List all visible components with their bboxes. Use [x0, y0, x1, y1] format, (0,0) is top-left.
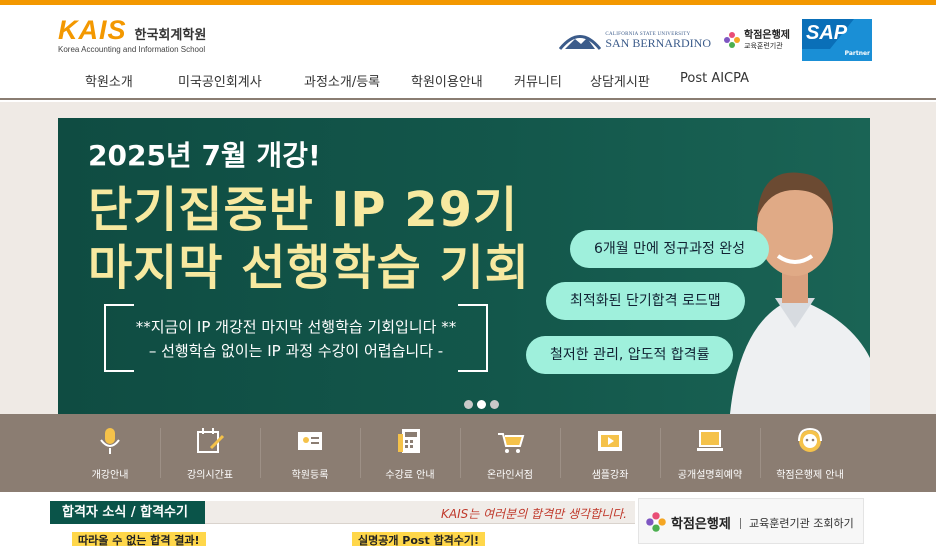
- quick-label-bookstore: 온라인서점: [487, 470, 533, 481]
- flower-icon: [724, 32, 740, 48]
- calculator-icon: [398, 429, 420, 453]
- news-slogan: KAIS는 여러분의 합격만 생각합니다.: [440, 507, 627, 521]
- video-icon: [598, 431, 622, 451]
- nav-guide[interactable]: 학원이용안내: [411, 71, 483, 90]
- cart-icon: [498, 433, 525, 453]
- news-header-bar: KAIS는 여러분의 합격만 생각합니다.: [205, 501, 635, 524]
- quick-label-timetable: 강의시간표: [187, 470, 233, 481]
- microphone-icon: [100, 428, 120, 454]
- calendar-icon: [197, 428, 225, 453]
- quick-bookstore[interactable]: 온라인서점: [460, 414, 560, 492]
- bracket-right: [458, 304, 488, 372]
- sap-partner-text: Partner: [844, 50, 870, 57]
- quick-label-tuition: 수강료 안내: [385, 470, 435, 481]
- instructor-photo: [730, 172, 870, 414]
- main-nav: 학원소개 미국공인회계사 과정소개/등록 학원이용안내 커뮤니티 상담게시판 P…: [0, 60, 936, 100]
- slide-dot-3[interactable]: [490, 400, 499, 409]
- slide-indicator: [464, 400, 499, 409]
- banner-feature-pill-2: 최적화된 단기합격 로드맵: [546, 282, 745, 320]
- quick-open-course[interactable]: 개강안내: [60, 414, 160, 492]
- nav-consult[interactable]: 상담게시판: [590, 71, 650, 90]
- quick-timetable[interactable]: 강의시간표: [160, 414, 260, 492]
- nav-courses[interactable]: 과정소개/등록: [304, 71, 380, 90]
- site-header: KAIS 한국회계학원 Korea Accounting and Informa…: [0, 5, 936, 61]
- nav-post-aicpa[interactable]: Post AICPA: [680, 71, 749, 86]
- news-tag-reviews[interactable]: 실명공개 Post 합격수기!: [352, 532, 486, 547]
- banner-feature-pill-3: 철저한 관리, 압도적 합격률: [526, 336, 734, 374]
- sap-partner-logo[interactable]: SAP Partner: [802, 19, 872, 61]
- quick-label-open-course: 개강안내: [91, 470, 129, 481]
- banner-notice-1: **지금이 IP 개강전 마지막 선행학습 기회입니다 **: [135, 318, 457, 336]
- partner-logos: CALIFORNIA STATE UNIVERSITY SAN BERNARDI…: [559, 19, 872, 61]
- quick-label-register: 학원등록: [291, 470, 329, 481]
- quick-tuition[interactable]: 수강료 안내: [360, 414, 460, 492]
- sap-wordmark: SAP: [806, 22, 848, 44]
- support-icon: [798, 427, 822, 452]
- slide-dot-2[interactable]: [477, 400, 486, 409]
- csusb-logo[interactable]: CALIFORNIA STATE UNIVERSITY SAN BERNARDI…: [559, 30, 711, 50]
- quick-label-credit-bank: 학점은행제 안내: [776, 470, 844, 481]
- credit-bank-lookup-sub: 교육훈련기관 조회하기: [749, 517, 854, 530]
- credit-bank-lookup[interactable]: 학점은행제 교육훈련기관 조회하기: [638, 498, 864, 544]
- nav-community[interactable]: 커뮤니티: [514, 71, 562, 90]
- quick-register[interactable]: 학원등록: [260, 414, 360, 492]
- credit-bank-lookup-title: 학점은행제: [671, 517, 731, 532]
- csusb-big-text: SAN BERNARDINO: [605, 35, 711, 50]
- news-tab[interactable]: 합격자 소식 / 합격수기: [50, 501, 205, 524]
- divider: [740, 518, 741, 529]
- banner-headline-date: 2025년 7월 개강!: [88, 139, 321, 172]
- quick-credit-bank[interactable]: 학점은행제 안내: [760, 414, 860, 492]
- banner-feature-pill-1: 6개월 만에 정규과정 완성: [570, 230, 770, 268]
- promo-banner[interactable]: 2025년 7월 개강! 단기집중반 IP 29기 마지막 선행학습 기회 **…: [58, 118, 870, 414]
- credit-bank-sub: 교육훈련기관: [744, 41, 783, 50]
- quick-label-sample-lecture: 샘플강좌: [591, 470, 629, 481]
- quick-sample-lecture[interactable]: 샘플강좌: [560, 414, 660, 492]
- news-tag-results[interactable]: 따라올 수 없는 합격 결과!: [72, 532, 206, 547]
- logo-wordmark: KAIS: [58, 15, 127, 45]
- nav-about[interactable]: 학원소개: [85, 71, 133, 90]
- logo-korean-name: 한국회계학원: [134, 28, 207, 43]
- logo-english-name: Korea Accounting and Information School: [58, 45, 206, 54]
- quick-menu-bar: 개강안내 강의시간표 학원등록 수강료 안내 온라인서점 샘플강좌 공개설명회예…: [0, 414, 936, 492]
- laptop-icon: [697, 430, 723, 451]
- banner-headline-chance: 마지막 선행학습 기회: [88, 240, 530, 296]
- nav-cpa[interactable]: 미국공인회계사: [178, 71, 262, 90]
- id-card-icon: [298, 432, 322, 450]
- banner-notice-2: – 선행학습 없이는 IP 과정 수강이 어렵습니다 -: [148, 342, 444, 360]
- bracket-left: [104, 304, 134, 372]
- credit-bank-logo[interactable]: 학점은행제 교육훈련기관: [723, 30, 790, 51]
- flower-icon: [646, 512, 666, 532]
- credit-bank-title: 학점은행제: [744, 29, 790, 41]
- lower-section: 합격자 소식 / 합격수기 KAIS는 여러분의 합격만 생각합니다. 따라올 …: [0, 492, 936, 547]
- quick-label-seminar: 공개설명회예약: [677, 470, 743, 481]
- quick-seminar-reservation[interactable]: 공개설명회예약: [660, 414, 760, 492]
- kais-logo[interactable]: KAIS 한국회계학원 Korea Accounting and Informa…: [58, 15, 207, 55]
- banner-notice-box: **지금이 IP 개강전 마지막 선행학습 기회입니다 ** – 선행학습 없이…: [104, 304, 488, 372]
- mountain-icon: [559, 35, 602, 50]
- slide-dot-1[interactable]: [464, 400, 473, 409]
